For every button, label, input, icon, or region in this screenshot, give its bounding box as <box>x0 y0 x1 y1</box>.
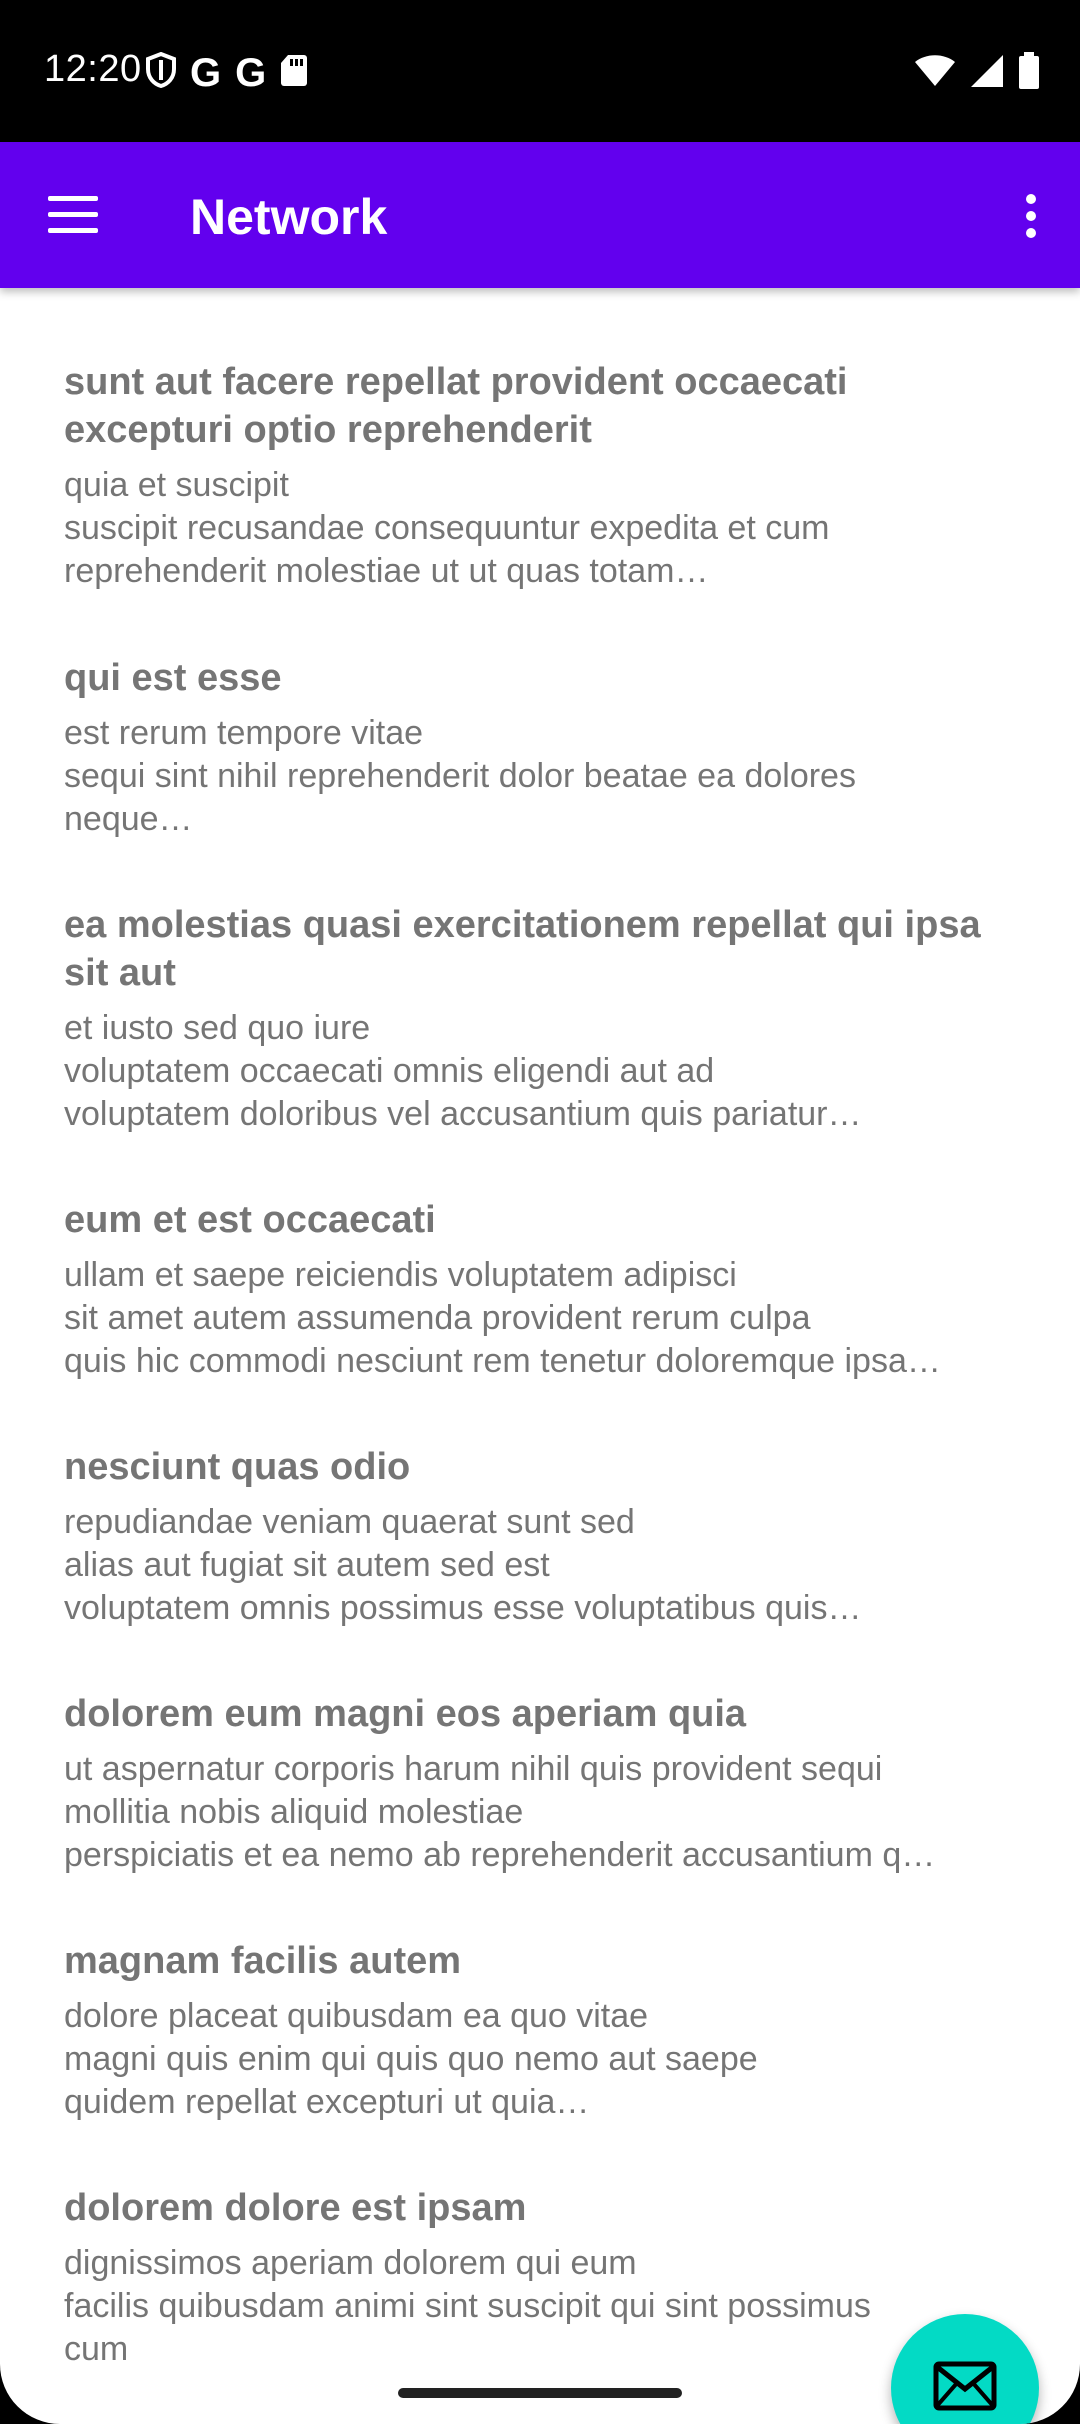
app-screen: Network sunt aut facere repellat provide… <box>0 142 1080 2424</box>
list-item[interactable]: dolorem dolore est ipsam dignissimos ape… <box>64 2184 1024 2371</box>
google-icon: G <box>190 50 222 95</box>
status-time: 12:20 <box>44 48 142 90</box>
sd-card-icon <box>280 53 308 92</box>
list-item[interactable]: sunt aut facere repellat provident occae… <box>64 358 1024 593</box>
signal-icon <box>970 54 1004 93</box>
list-item[interactable]: ea molestias quasi exercitationem repell… <box>64 901 1024 1136</box>
post-title: qui est esse <box>64 657 282 699</box>
post-body: repudiandae veniam quaerat sunt sed alia… <box>64 1503 862 1627</box>
post-title: eum et est occaecati <box>64 1199 436 1241</box>
list-item[interactable]: dolorem eum magni eos aperiam quia ut as… <box>64 1690 1024 1877</box>
status-icons-left: G G <box>146 50 308 95</box>
post-title: dolorem eum magni eos aperiam quia <box>64 1693 747 1735</box>
list-item[interactable]: eum et est occaecati ullam et saepe reic… <box>64 1196 1024 1383</box>
post-body: ullam et saepe reiciendis voluptatem adi… <box>64 1256 941 1380</box>
battery-icon <box>1018 52 1040 95</box>
post-title: dolorem dolore est ipsam <box>64 2187 527 2229</box>
status-bar: 12:20 G G <box>0 0 1080 142</box>
post-body: ut aspernatur corporis harum nihil quis … <box>64 1750 936 1874</box>
google-icon: G <box>235 50 267 95</box>
post-body: et iusto sed quo iure voluptatem occaeca… <box>64 1009 862 1133</box>
shield-icon <box>146 51 176 93</box>
wifi-icon <box>914 54 956 93</box>
post-title: nesciunt quas odio <box>64 1446 411 1488</box>
post-list[interactable]: sunt aut facere repellat provident occae… <box>0 288 1080 2424</box>
email-icon <box>933 2361 997 2416</box>
post-title: sunt aut facere repellat provident occae… <box>64 361 848 451</box>
list-item[interactable]: nesciunt quas odio repudiandae veniam qu… <box>64 1443 1024 1630</box>
app-title: Network <box>190 189 388 245</box>
post-body: dolore placeat quibusdam ea quo vitae ma… <box>64 1997 758 2121</box>
hamburger-menu-icon[interactable] <box>26 182 122 248</box>
status-icons-right <box>914 52 1040 95</box>
list-item[interactable]: magnam facilis autem dolore placeat quib… <box>64 1937 1024 2124</box>
gesture-navigation-bar[interactable] <box>398 2388 682 2398</box>
post-title: ea molestias quasi exercitationem repell… <box>64 904 981 994</box>
post-body: dignissimos aperiam dolorem qui eum faci… <box>64 2244 871 2368</box>
more-vert-icon[interactable] <box>1000 180 1060 250</box>
list-item[interactable]: qui est esse est rerum tempore vitae seq… <box>64 654 1024 841</box>
post-body: quia et suscipit suscipit recusandae con… <box>64 466 830 590</box>
post-body: est rerum tempore vitae sequi sint nihil… <box>64 714 856 838</box>
app-bar: Network <box>0 142 1080 288</box>
post-title: magnam facilis autem <box>64 1940 462 1982</box>
